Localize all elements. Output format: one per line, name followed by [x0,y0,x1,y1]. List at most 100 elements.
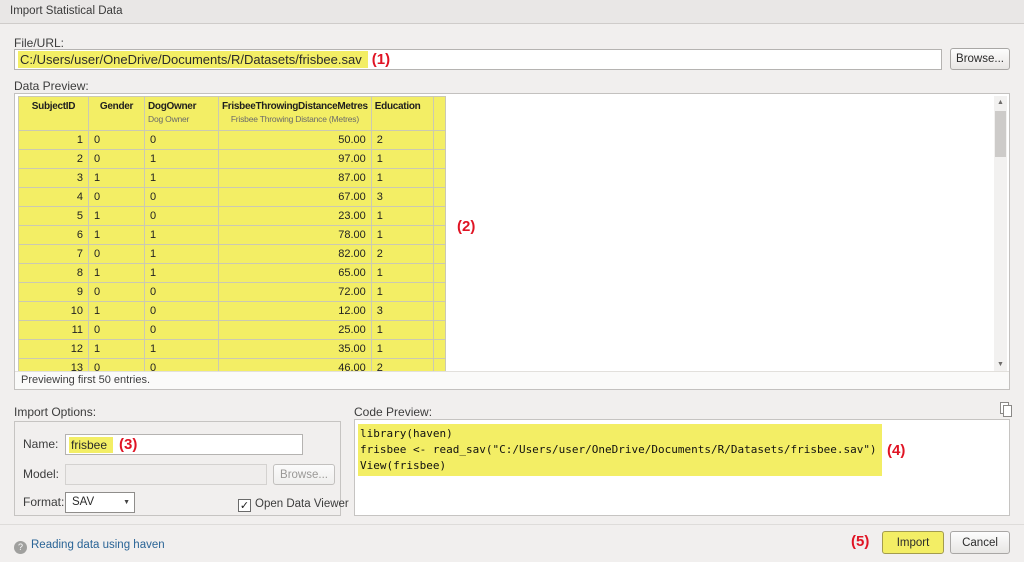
data-preview-label: Data Preview: [14,79,89,93]
open-data-viewer-label: Open Data Viewer [255,498,349,510]
table-cell [432,263,446,283]
table-cell: 0 [88,282,145,302]
name-value: frisbee [69,437,114,453]
table-cell: 82.00 [218,244,372,264]
column-header-frisbeethrowingdistancemetres[interactable]: FrisbeeThrowingDistanceMetres Frisbee Thr… [218,96,372,131]
table-cell: 0 [144,187,219,207]
browse-button[interactable]: Browse... [950,48,1010,70]
table-cell: 0 [144,282,219,302]
table-cell: 1 [144,339,219,359]
code-preview-box[interactable]: library(haven) frisbee <- read_sav("C:/U… [354,419,1010,516]
table-row: 2 0 1 97.00 1 [18,149,446,169]
table-row: 10 1 0 12.00 3 [18,301,446,321]
table-cell: 2 [370,244,434,264]
column-header-empty [432,96,446,131]
table-row: 1 0 0 50.00 2 [18,130,446,150]
help-icon: ? [14,541,27,554]
file-url-value: C:/Users/user/OneDrive/Documents/R/Datas… [18,51,368,68]
table-cell: 7 [18,244,89,264]
table-cell [432,149,446,169]
annotation-2: (2) [457,218,476,235]
table-row: 7 0 1 82.00 2 [18,244,446,264]
table-row: 4 0 0 67.00 3 [18,187,446,207]
table-cell: 3 [18,168,89,188]
table-cell: 1 [370,168,434,188]
table-cell: 1 [88,263,145,283]
copy-icon[interactable] [999,401,1013,418]
table-cell: 0 [88,149,145,169]
table-cell: 0 [144,206,219,226]
column-header-dogowner[interactable]: DogOwner Dog Owner [144,96,219,131]
code-highlight-block: library(haven) frisbee <- read_sav("C:/U… [358,424,882,476]
column-header-subjectid[interactable]: SubjectID [18,96,89,131]
table-cell [432,225,446,245]
help-link[interactable]: ? Reading data using haven [14,535,165,554]
annotation-3: (3) [119,436,138,453]
table-cell [432,320,446,340]
table-cell: 5 [18,206,89,226]
table-cell: 1 [370,206,434,226]
table-cell: 1 [370,263,434,283]
cancel-button[interactable]: Cancel [950,531,1010,554]
data-preview-panel[interactable]: SubjectID Gender DogOwner Dog Owner FrisbeeT… [14,93,1010,390]
table-cell: 2 [370,130,434,150]
open-data-viewer-checkbox[interactable]: ✓ Open Data Viewer [238,494,349,512]
preview-table-body: 1 0 0 50.00 2 2 0 1 97.00 1 3 1 1 87.00 1 4 0 0 67.00 3 5 1 0 2… [18,130,446,378]
table-cell: 72.00 [218,282,372,302]
preview-table: SubjectID Gender DogOwner Dog Owner FrisbeeT… [18,96,446,378]
table-cell: 9 [18,282,89,302]
scroll-up-icon[interactable]: ▲ [994,96,1007,109]
bottom-divider [0,524,1024,525]
annotation-4: (4) [887,442,906,459]
table-cell: 11 [18,320,89,340]
table-cell [432,244,446,264]
preview-footer-text: Previewing first 50 entries. [15,371,1009,389]
model-input[interactable] [65,464,267,485]
code-preview-label: Code Preview: [354,405,433,419]
table-cell: 0 [144,130,219,150]
model-browse-button[interactable]: Browse... [273,464,335,485]
help-link-text: Reading data using haven [31,539,165,551]
file-url-input[interactable]: C:/Users/user/OneDrive/Documents/R/Datas… [14,49,942,70]
table-cell: 78.00 [218,225,372,245]
table-cell: 1 [88,339,145,359]
name-input[interactable]: frisbee (3) [65,434,303,455]
table-cell: 87.00 [218,168,372,188]
table-cell: 1 [370,282,434,302]
column-header-education[interactable]: Education [370,96,434,131]
table-cell: 1 [88,225,145,245]
table-cell: 3 [370,301,434,321]
column-header-gender[interactable]: Gender [88,96,145,131]
table-cell: 65.00 [218,263,372,283]
checkbox-check-icon: ✓ [238,499,251,512]
table-row: 6 1 1 78.00 1 [18,225,446,245]
table-cell: 1 [88,206,145,226]
table-cell: 1 [144,263,219,283]
annotation-1: (1) [371,51,391,68]
table-cell: 0 [88,130,145,150]
table-cell: 1 [370,339,434,359]
preview-header-row: SubjectID Gender DogOwner Dog Owner FrisbeeT… [18,96,446,131]
table-row: 12 1 1 35.00 1 [18,339,446,359]
table-cell: 67.00 [218,187,372,207]
table-cell: 1 [18,130,89,150]
table-cell: 2 [18,149,89,169]
import-button[interactable]: Import [882,531,944,554]
vertical-scrollbar[interactable]: ▲ ▼ [994,96,1007,371]
table-cell [432,130,446,150]
table-cell: 35.00 [218,339,372,359]
table-cell: 1 [144,149,219,169]
table-cell: 0 [144,301,219,321]
table-cell: 97.00 [218,149,372,169]
table-cell: 12.00 [218,301,372,321]
scrollbar-thumb[interactable] [995,111,1006,157]
import-options-box: Name: frisbee (3) Model: Browse... Format… [14,421,349,516]
import-statistical-data-dialog: Import Statistical Data File/URL: C:/Use… [0,0,1024,562]
format-select[interactable]: SAV ▼ [65,492,135,513]
table-cell [432,187,446,207]
table-cell: 0 [88,244,145,264]
scroll-down-icon[interactable]: ▼ [994,358,1007,371]
table-row: 8 1 1 65.00 1 [18,263,446,283]
table-cell [432,282,446,302]
table-cell: 8 [18,263,89,283]
